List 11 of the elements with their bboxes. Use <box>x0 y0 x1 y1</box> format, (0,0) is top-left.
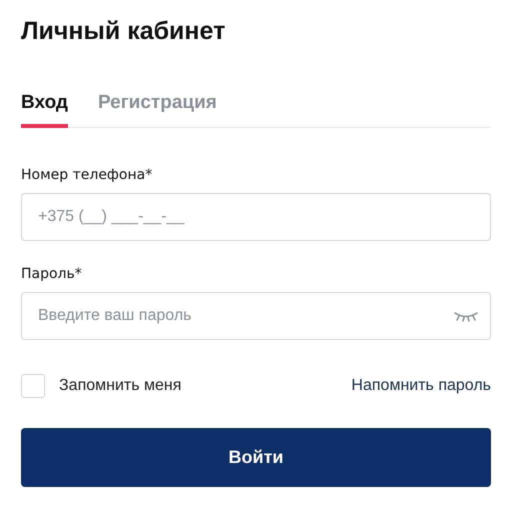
remember-label: Запомнить меня <box>59 377 182 395</box>
forgot-password-link[interactable]: Напомнить пароль <box>351 377 491 395</box>
remember-checkbox[interactable] <box>21 374 45 398</box>
tab[interactable]: Вход <box>21 92 68 128</box>
field-label: Номер телефона* <box>21 166 152 185</box>
login-button[interactable]: Войти <box>21 428 491 487</box>
page-title: Личный кабинет <box>21 16 226 47</box>
phone-field[interactable]: +375 (__) ___-__-__ <box>21 193 491 241</box>
field-label: Пароль* <box>21 265 82 284</box>
password-field[interactable]: Введите ваш пароль <box>21 292 491 340</box>
closed-eye-icon[interactable] <box>453 310 479 322</box>
